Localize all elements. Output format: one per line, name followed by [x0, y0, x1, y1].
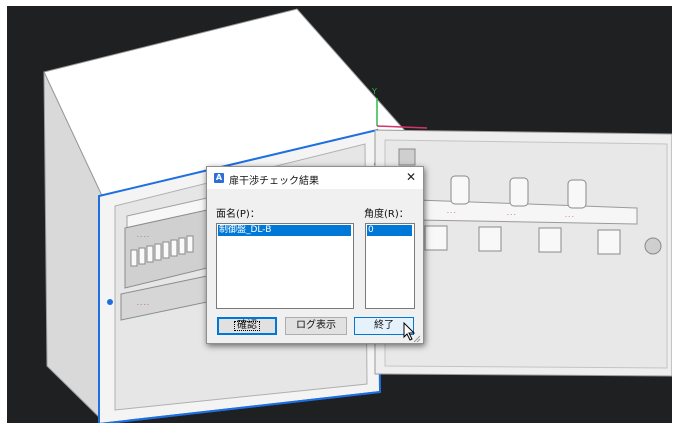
door-handle: [398, 148, 416, 166]
app-icon: A: [214, 173, 224, 183]
show-log-button[interactable]: ログ表示: [285, 317, 347, 335]
resize-grip-icon[interactable]: [411, 333, 421, 343]
face-name-list-item[interactable]: 制御盤_DL-B: [218, 225, 351, 236]
dialog-titlebar[interactable]: A 扉干渉チェック結果 ✕: [207, 167, 423, 189]
confirm-button[interactable]: 確認: [217, 317, 277, 335]
svg-text:- - -: - - -: [565, 214, 574, 220]
face-name-list[interactable]: 制御盤_DL-B: [216, 223, 354, 309]
application-window: - - - - - - - - - - - - - - - - - Y A 扉干…: [0, 0, 679, 429]
door-interference-dialog: A 扉干渉チェック結果 ✕ 面名(P)： 角度(R)： 制御盤_DL-B 0 確…: [206, 166, 424, 344]
svg-text:- - - -: - - - -: [137, 302, 149, 308]
door-inner-face: [384, 139, 668, 369]
angle-label: 角度(R)：: [364, 209, 409, 220]
close-icon[interactable]: ✕: [404, 170, 418, 184]
face-name-label: 面名(P)：: [216, 209, 260, 220]
y-axis-label: Y: [371, 87, 377, 96]
hinge-marker: [107, 299, 113, 305]
dialog-title: 扉干渉チェック結果: [229, 176, 319, 187]
angle-list-item[interactable]: 0: [367, 225, 412, 236]
svg-text:- - -: - - -: [507, 212, 516, 218]
confirm-button-label: 確認: [231, 318, 263, 334]
svg-text:- - - -: - - - -: [137, 234, 149, 240]
angle-list[interactable]: 0: [365, 223, 415, 309]
svg-text:- - -: - - -: [447, 210, 456, 216]
